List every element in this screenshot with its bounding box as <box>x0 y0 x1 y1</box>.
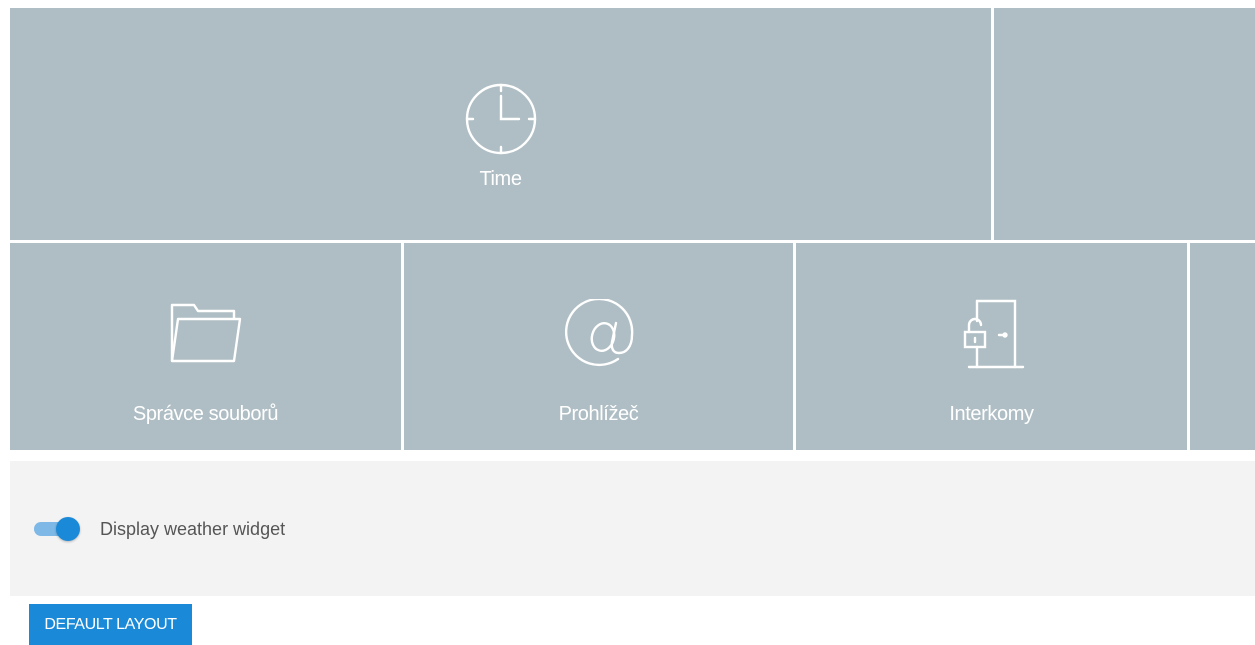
tile-empty[interactable] <box>994 8 1255 240</box>
weather-widget-toggle-label: Display weather widget <box>100 519 286 539</box>
tile-time[interactable]: Time <box>10 8 991 240</box>
default-layout-button[interactable]: DEFAULT LAYOUT <box>29 604 192 645</box>
clock-icon <box>464 82 538 156</box>
tile-time-label: Time <box>479 168 522 190</box>
settings-panel: Display weather widget <box>10 461 1255 596</box>
weather-widget-toggle[interactable] <box>34 517 80 541</box>
folder-icon <box>168 299 244 365</box>
tile-file-manager[interactable]: Správce souborů <box>10 243 401 450</box>
tile-empty[interactable] <box>1190 243 1255 450</box>
tile-file-manager-label: Správce souborů <box>132 403 279 425</box>
tile-intercoms-label: Interkomy <box>949 403 1034 425</box>
tile-browser[interactable]: Prohlížeč <box>404 243 793 450</box>
door-lock-icon <box>959 299 1025 369</box>
at-sign-icon <box>562 299 636 373</box>
tile-browser-label: Prohlížeč <box>558 403 639 425</box>
tile-intercoms[interactable]: Interkomy <box>796 243 1187 450</box>
toggle-thumb <box>56 517 80 541</box>
dashboard-layout-editor: Time Správce souborů Prohlížeč Interkomy… <box>0 0 1255 645</box>
